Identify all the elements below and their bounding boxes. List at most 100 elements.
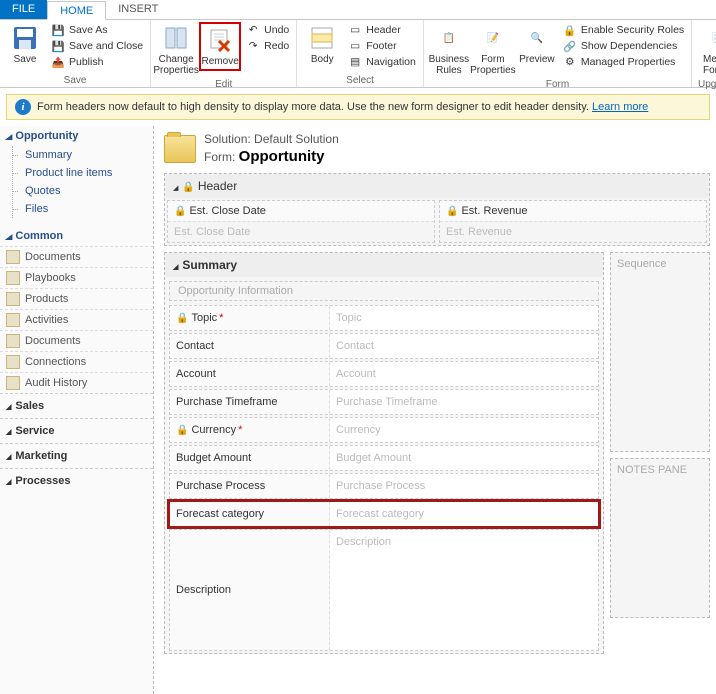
merge-forms-button[interactable]: 📑Merge Forms [696,22,716,78]
save-button[interactable]: Save [4,22,46,67]
preview-button[interactable]: 🔍Preview [516,22,558,67]
info-text: Form headers now default to high density… [37,101,592,113]
select-group-label: Select [301,74,419,87]
redo-icon: ↷ [246,39,260,53]
header-button[interactable]: ▭Header [345,22,419,38]
field-description[interactable]: DescriptionDescription [169,529,599,651]
field-account[interactable]: AccountAccount [169,361,599,387]
header-icon: ▭ [348,23,362,37]
save-icon [11,24,39,52]
learn-more-link[interactable]: Learn more [592,101,648,113]
footer-icon: ▭ [348,39,362,53]
nav-common[interactable]: Common [0,226,153,246]
opportunity-info-label: Opportunity Information [169,281,599,301]
left-nav: Opportunity Summary Product line items Q… [0,126,154,694]
summary-header: Summary [165,253,603,277]
solution-title: Solution: Default Solution [204,132,339,146]
save-close-button[interactable]: 💾Save and Close [48,38,146,54]
navigation-button[interactable]: ▤Navigation [345,54,419,70]
documents-icon [6,250,20,264]
merge-icon: 📑 [703,24,716,52]
notes-pane[interactable]: NOTES PANE [610,458,710,618]
upgrade-group-label: Upgrade [696,78,716,91]
save-close-icon: 💾 [51,39,65,53]
change-properties-button[interactable]: Change Properties [155,22,197,78]
nav-quotes[interactable]: Quotes [13,182,153,200]
field-contact[interactable]: ContactContact [169,333,599,359]
business-rules-icon: 📋 [435,24,463,52]
lock-icon: 🔒 [446,206,458,217]
remove-button[interactable]: Remove [199,22,241,71]
lock-icon: 🔒 [176,425,188,436]
nav-playbooks[interactable]: Playbooks [0,267,153,288]
nav-sales[interactable]: Sales [0,393,153,418]
form-properties-icon: 📝 [479,24,507,52]
nav-activities[interactable]: Activities [0,309,153,330]
save-as-button[interactable]: 💾Save As [48,22,146,38]
nav-files[interactable]: Files [13,200,153,218]
nav-service[interactable]: Service [0,418,153,443]
solution-icon [164,135,196,163]
undo-icon: ↶ [246,23,260,37]
body-button[interactable]: Body [301,22,343,67]
nav-products[interactable]: Products [0,288,153,309]
audit-icon [6,376,20,390]
save-group-label: Save [4,74,146,87]
dependencies-icon: 🔗 [563,39,577,53]
nav-audit-history[interactable]: Audit History [0,372,153,393]
publish-button[interactable]: 📤Publish [48,54,146,70]
managed-properties-button[interactable]: ⚙Managed Properties [560,54,687,70]
nav-opportunity[interactable]: Opportunity [0,126,153,146]
remove-icon [206,26,234,54]
footer-button[interactable]: ▭Footer [345,38,419,54]
tab-home[interactable]: HOME [47,1,106,20]
info-icon: i [15,99,31,115]
field-budget[interactable]: Budget AmountBudget Amount [169,445,599,471]
managed-icon: ⚙ [563,55,577,69]
show-dependencies-button[interactable]: 🔗Show Dependencies [560,38,687,54]
required-mark: * [238,424,242,436]
security-icon: 🔒 [563,23,577,37]
navigation-icon: ▤ [348,55,362,69]
body-icon [308,24,336,52]
lock-icon: 🔒 [182,182,194,193]
nav-processes[interactable]: Processes [0,468,153,493]
publish-icon: 📤 [51,55,65,69]
preview-icon: 🔍 [523,24,551,52]
header-section[interactable]: 🔒Header 🔒Est. Close Date Est. Close Date… [164,173,710,246]
form-title: Form: Opportunity [204,148,339,165]
business-rules-button[interactable]: 📋Business Rules [428,22,470,78]
header-field-close-date[interactable]: 🔒Est. Close Date Est. Close Date [167,200,435,243]
nav-documents-2[interactable]: Documents [0,330,153,351]
enable-security-button[interactable]: 🔒Enable Security Roles [560,22,687,38]
field-process[interactable]: Purchase ProcessPurchase Process [169,473,599,499]
info-bar: i Form headers now default to high densi… [6,94,710,120]
nav-connections[interactable]: Connections [0,351,153,372]
ribbon: Save 💾Save As 💾Save and Close 📤Publish S… [0,20,716,88]
nav-marketing[interactable]: Marketing [0,443,153,468]
lock-icon: 🔒 [176,313,188,324]
field-topic[interactable]: 🔒Topic*Topic [169,305,599,331]
activities-icon [6,313,20,327]
nav-documents[interactable]: Documents [0,246,153,267]
form-properties-button[interactable]: 📝Form Properties [472,22,514,78]
edit-group-label: Edit [155,78,292,91]
sequence-pane[interactable]: Sequence [610,252,710,452]
nav-summary[interactable]: Summary [13,146,153,164]
products-icon [6,292,20,306]
tab-file[interactable]: FILE [0,0,47,19]
nav-product-line-items[interactable]: Product line items [13,164,153,182]
undo-button[interactable]: ↶Undo [243,22,292,38]
form-canvas: Solution: Default Solution Form: Opportu… [154,126,716,694]
tab-insert[interactable]: INSERT [106,0,170,19]
lock-icon: 🔒 [174,206,186,217]
save-as-icon: 💾 [51,23,65,37]
summary-section[interactable]: Summary Opportunity Information 🔒Topic*T… [164,252,604,654]
field-forecast-category[interactable]: Forecast categoryForecast category [169,501,599,527]
redo-button[interactable]: ↷Redo [243,38,292,54]
required-mark: * [219,312,223,324]
field-currency[interactable]: 🔒Currency*Currency [169,417,599,443]
header-field-revenue[interactable]: 🔒Est. Revenue Est. Revenue [439,200,707,243]
field-timeframe[interactable]: Purchase TimeframePurchase Timeframe [169,389,599,415]
playbooks-icon [6,271,20,285]
